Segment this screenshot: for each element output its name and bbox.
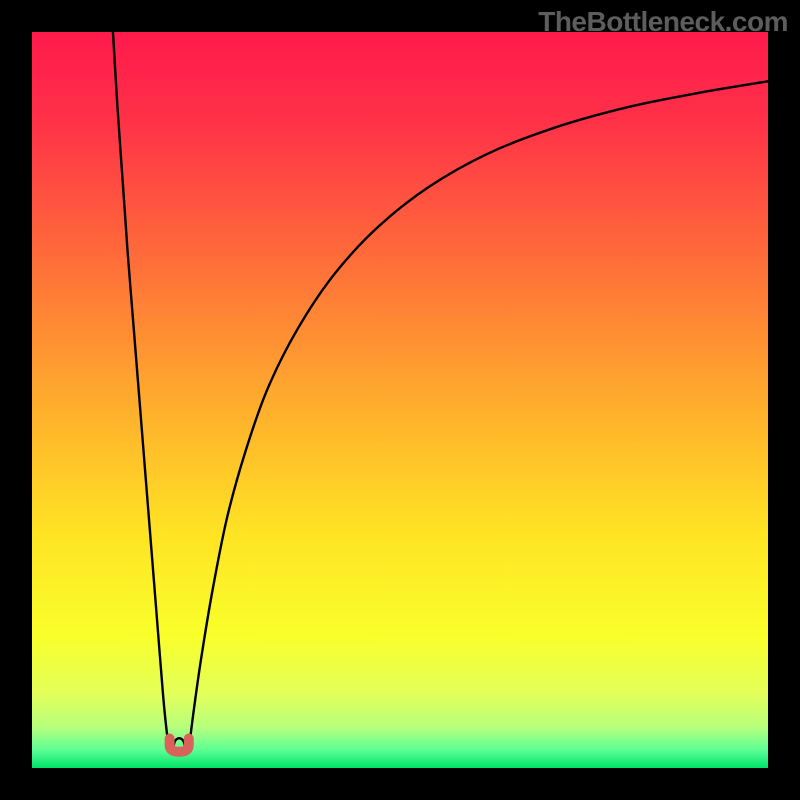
gradient-background [32, 32, 768, 768]
watermark-text: TheBottleneck.com [538, 6, 788, 38]
plot-area [32, 32, 768, 768]
chart-svg [32, 32, 768, 768]
chart-frame: TheBottleneck.com [0, 0, 800, 800]
